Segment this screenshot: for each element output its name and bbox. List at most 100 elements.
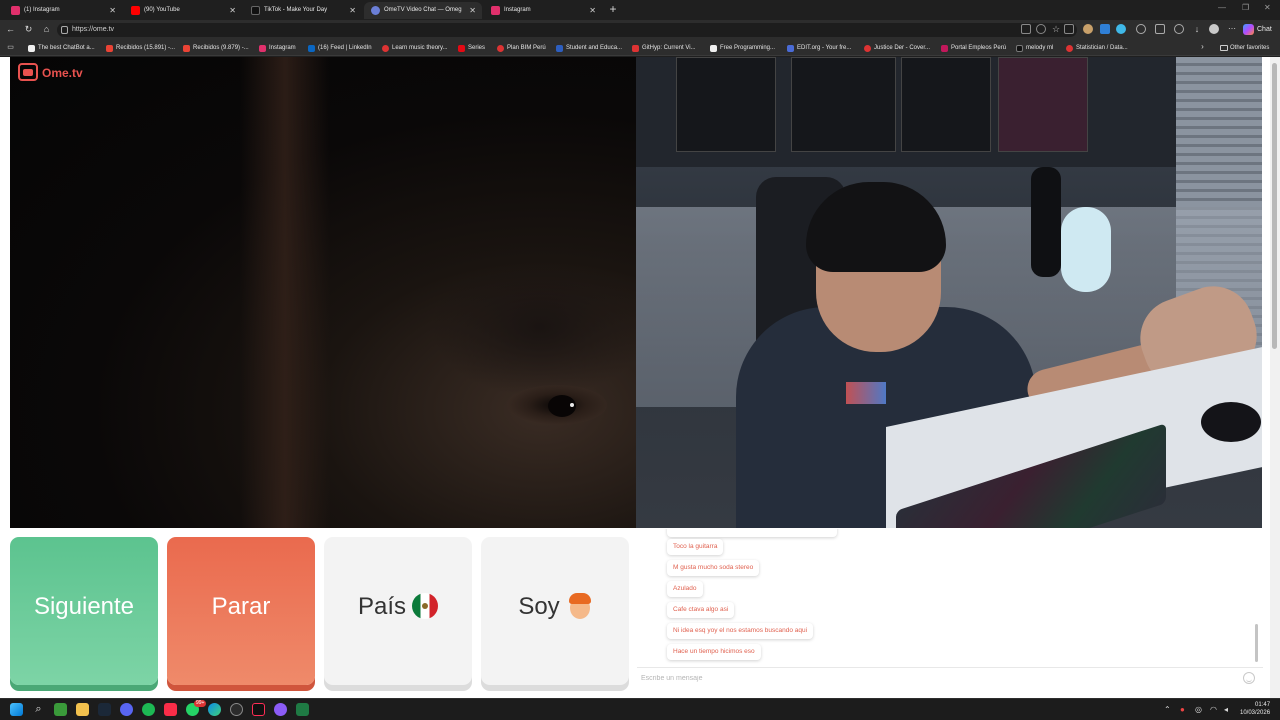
lock-icon	[61, 26, 68, 34]
nvidia-icon[interactable]	[54, 703, 67, 716]
system-clock[interactable]: 01:47 10/03/2026	[1240, 701, 1270, 717]
refresh-icon[interactable]: ↻	[22, 23, 35, 36]
close-icon[interactable]: ✕	[229, 2, 236, 19]
history-icon[interactable]	[1174, 24, 1184, 34]
close-icon[interactable]: ✕	[349, 2, 356, 19]
code-icon	[710, 45, 717, 52]
gender-button[interactable]: Soy	[481, 537, 629, 685]
youtube-icon	[131, 6, 140, 15]
collections-icon[interactable]	[1064, 24, 1074, 34]
home-icon[interactable]: ⌂	[40, 23, 53, 36]
bookmark-label: Statistician / Data...	[1076, 45, 1128, 51]
next-button[interactable]: Siguiente	[10, 537, 158, 685]
wifi-icon[interactable]: ◠	[1210, 705, 1217, 715]
bookmark-item[interactable]: Series	[458, 42, 485, 54]
back-icon[interactable]: ←	[4, 23, 17, 36]
tiktok-icon[interactable]	[252, 703, 265, 716]
bookmark-label: Free Programming...	[720, 45, 776, 51]
country-button[interactable]: País	[324, 537, 472, 685]
start-icon[interactable]	[10, 703, 23, 716]
close-icon[interactable]: ✕	[109, 2, 116, 19]
gender-button-label: Soy	[518, 593, 560, 620]
app-available-icon[interactable]	[1021, 24, 1031, 34]
chat-message-input[interactable]	[641, 671, 1231, 685]
minimize-icon[interactable]: —	[1218, 3, 1226, 12]
bookmark-item[interactable]: Recibidos (15.891) -...	[106, 42, 175, 54]
bookmark-item[interactable]: GitHyp: Current Vi...	[632, 42, 696, 54]
chat-message-partial	[667, 529, 837, 537]
maximize-icon[interactable]: ❐	[1242, 3, 1249, 12]
tab-label: TikTok - Make Your Day	[264, 7, 328, 13]
bookmark-item[interactable]: Plan BIM Perú	[497, 42, 546, 54]
new-tab-button[interactable]: +	[606, 1, 620, 17]
sync-icon[interactable]	[1136, 24, 1146, 34]
search-icon[interactable]: ⌕	[32, 703, 45, 716]
profile-avatar[interactable]	[1209, 24, 1219, 34]
ometv-logo[interactable]: Ome.tv	[18, 63, 83, 83]
window-close-icon[interactable]: ✕	[1264, 3, 1271, 12]
github-desktop-icon[interactable]	[230, 703, 243, 716]
bookmark-item[interactable]: melody ml	[1016, 42, 1053, 54]
close-icon[interactable]: ✕	[469, 2, 476, 19]
edit-icon	[787, 45, 794, 52]
chat-message: Cafe ctava algo asi	[667, 602, 735, 618]
volume-icon[interactable]: ◂	[1224, 705, 1228, 715]
page-scrollbar-thumb[interactable]	[1272, 63, 1277, 349]
bookmark-label: Recibidos (9.879) -...	[193, 45, 249, 51]
tab-instagram-1[interactable]: (1) Instagram ✕	[4, 2, 122, 19]
bookmark-item[interactable]: EDIT.org - Your fre...	[787, 42, 851, 54]
excel-icon[interactable]	[296, 703, 309, 716]
copilot-chat-button[interactable]: Chat	[1243, 23, 1272, 36]
tab-youtube[interactable]: (90) YouTube ✕	[124, 2, 242, 19]
extension-icon[interactable]	[1100, 24, 1110, 34]
video-mouse	[1201, 402, 1261, 442]
bookmark-item[interactable]: Justice Der - Cover...	[864, 42, 930, 54]
chevron-up-icon[interactable]: ⌃	[1164, 705, 1171, 715]
bookmark-item[interactable]: Recibidos (9.879) -...	[183, 42, 249, 54]
bookmark-item[interactable]: Learn music theory...	[382, 42, 448, 54]
tab-ometv[interactable]: OmeTV Video Chat — Omeg ✕	[364, 2, 482, 19]
edge-icon[interactable]	[208, 703, 221, 716]
music-icon[interactable]	[164, 703, 177, 716]
microphone-icon[interactable]: ●	[1180, 705, 1185, 715]
extension-cookie-icon[interactable]	[1083, 24, 1093, 34]
bookmark-label: Justice Der - Cover...	[874, 45, 931, 51]
steam-icon[interactable]	[98, 703, 111, 716]
bookmark-item[interactable]: Portal Empleos Perú	[941, 42, 1006, 54]
chat-scrollbar[interactable]	[1255, 624, 1258, 662]
tab-instagram-2[interactable]: Instagram ✕	[484, 2, 602, 19]
bookmark-item[interactable]: The best ChatBot a...	[28, 42, 95, 54]
network-icon[interactable]: ◎	[1195, 705, 1202, 715]
split-screen-icon[interactable]	[1155, 24, 1165, 34]
stop-button-label: Parar	[211, 593, 271, 620]
boy-hair	[568, 592, 591, 604]
extension-icon[interactable]	[1116, 24, 1126, 34]
close-icon[interactable]: ✕	[589, 2, 596, 19]
app-icon[interactable]	[274, 703, 287, 716]
zoom-icon[interactable]	[1036, 24, 1046, 34]
chat-panel[interactable]: Toco la guitarra M gusta mucho soda ster…	[637, 529, 1263, 689]
tab-tiktok[interactable]: TikTok - Make Your Day ✕	[244, 2, 362, 19]
bookmark-favicon	[28, 45, 35, 52]
favorites-bar-icon[interactable]: ▭	[4, 41, 17, 54]
other-favorites[interactable]: Other favorites	[1220, 42, 1269, 54]
file-explorer-icon[interactable]	[76, 703, 89, 716]
bookmark-label: Recibidos (15.891) -...	[116, 45, 176, 51]
bookmark-item[interactable]: Free Programming...	[710, 42, 775, 54]
bookmark-item[interactable]: Student and Educa...	[556, 42, 622, 54]
bookmark-label: Student and Educa...	[566, 45, 623, 51]
more-menu-icon[interactable]: ⋯	[1227, 24, 1237, 34]
chevron-right-icon[interactable]: ›	[1196, 40, 1209, 53]
spotify-icon[interactable]	[142, 703, 155, 716]
favorite-star-icon[interactable]: ☆	[1051, 24, 1061, 34]
address-field[interactable]: https://ome.tv	[57, 23, 1077, 37]
stop-button[interactable]: Parar	[167, 537, 315, 685]
bookmark-item[interactable]: Statistician / Data...	[1066, 42, 1128, 54]
discord-icon[interactable]	[120, 703, 133, 716]
bookmark-item[interactable]: (16) Feed | LinkedIn	[308, 42, 372, 54]
emoji-icon[interactable]	[1243, 672, 1255, 684]
page-scrollbar[interactable]	[1270, 57, 1280, 698]
github-icon	[632, 45, 639, 52]
downloads-icon[interactable]: ↓	[1192, 24, 1202, 34]
bookmark-item[interactable]: Instagram	[259, 42, 296, 54]
